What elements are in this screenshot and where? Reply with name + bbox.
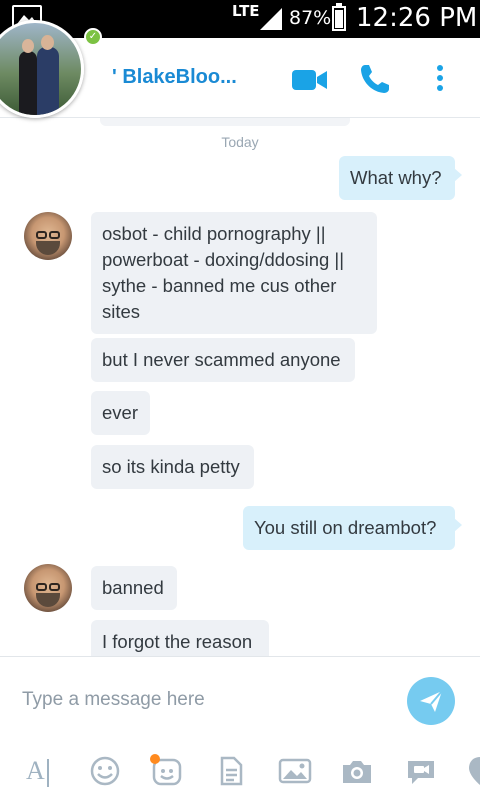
camera-icon[interactable] [340,754,374,788]
battery-icon [332,3,346,31]
message-list[interactable]: Today What why? osbot - child pornograph… [0,118,480,656]
message-incoming[interactable]: but I never scammed anyone [91,338,355,382]
previous-message-fragment [100,118,350,126]
online-status-icon: ✓ [84,28,102,46]
network-type: LTE [232,2,260,20]
emoticon-icon[interactable] [88,754,122,788]
send-icon [420,690,443,712]
file-icon[interactable] [214,754,248,788]
battery-percent: 87% [289,7,332,29]
video-call-button[interactable] [292,68,328,92]
notification-dot [150,754,160,764]
location-icon[interactable] [466,754,480,788]
send-button[interactable] [407,677,455,725]
moji-icon[interactable] [150,754,184,788]
composer [0,656,480,742]
status-bar: LTE 87% 12:26 PM [0,0,480,38]
message-incoming[interactable]: osbot - child pornography || powerboat -… [91,212,377,334]
sender-avatar[interactable] [24,564,72,612]
message-incoming[interactable]: I forgot the reason [91,620,269,656]
clock: 12:26 PM [356,3,478,33]
message-incoming[interactable]: ever [91,391,150,435]
photo-icon[interactable] [278,754,312,788]
overflow-menu-button[interactable] [430,62,450,96]
date-separator: Today [221,134,259,150]
message-outgoing[interactable]: What why? [339,156,462,200]
message-incoming[interactable]: so its kinda petty [91,445,254,489]
contact-name[interactable]: ' BlakeBloo... [112,66,237,89]
message-incoming[interactable]: banned [91,566,177,610]
signal-icon [258,4,284,36]
message-outgoing[interactable]: You still on dreambot? [243,506,462,550]
voice-call-button[interactable] [358,62,392,96]
video-message-icon[interactable] [404,754,438,788]
message-input[interactable] [22,685,382,715]
composer-toolbar: A [0,742,480,800]
font-icon[interactable]: A [26,754,60,788]
sender-avatar[interactable] [24,212,72,260]
